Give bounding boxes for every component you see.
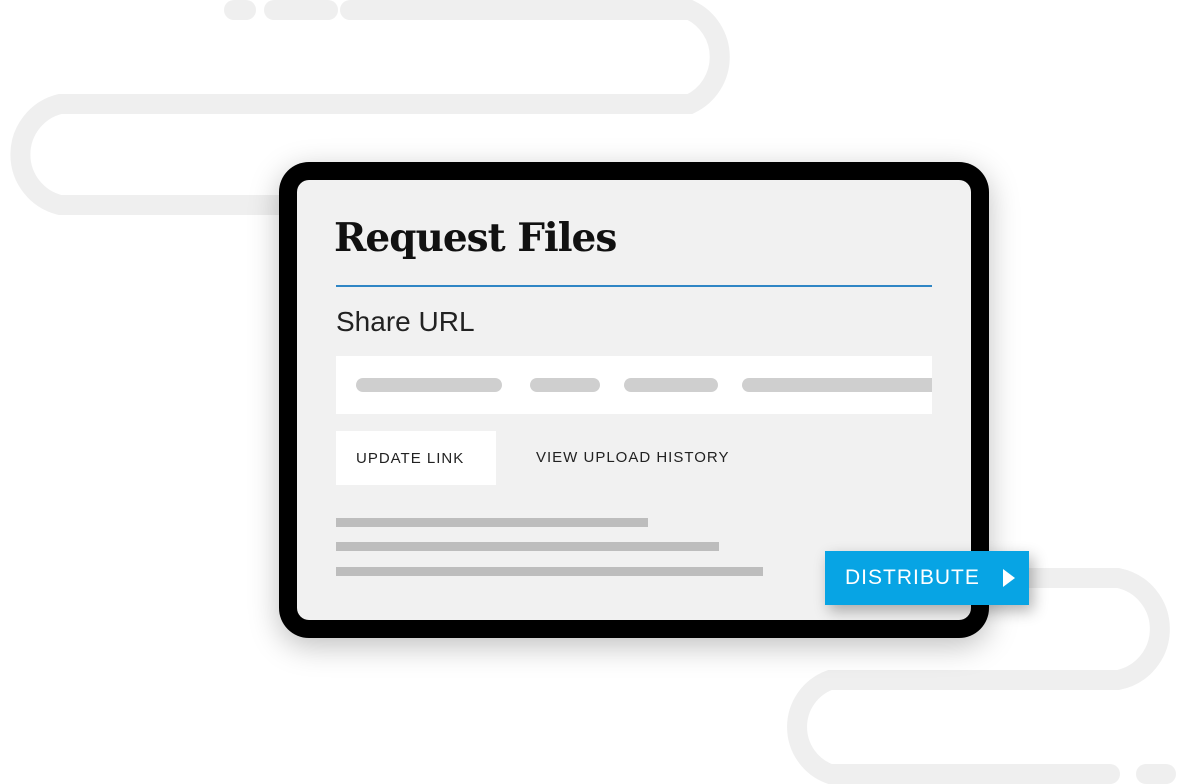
text-placeholder-line — [336, 542, 719, 551]
distribute-button[interactable]: DISTRIBUTE — [825, 551, 1029, 605]
play-arrow-icon — [1003, 569, 1015, 587]
distribute-label: DISTRIBUTE — [845, 566, 980, 589]
update-link-button[interactable]: UPDATE LINK — [336, 431, 496, 485]
url-placeholder-segment — [356, 378, 502, 392]
share-url-field[interactable] — [336, 356, 932, 414]
view-upload-history-link[interactable]: VIEW UPLOAD HISTORY — [536, 449, 730, 466]
text-placeholder-line — [336, 518, 648, 527]
share-url-label: Share URL — [336, 306, 475, 337]
title-divider — [336, 285, 932, 287]
text-placeholder-line — [336, 567, 763, 576]
url-placeholder-segment — [742, 378, 932, 392]
url-placeholder-segment — [624, 378, 718, 392]
url-placeholder-segment — [530, 378, 600, 392]
page-title: Request Files — [334, 215, 617, 261]
